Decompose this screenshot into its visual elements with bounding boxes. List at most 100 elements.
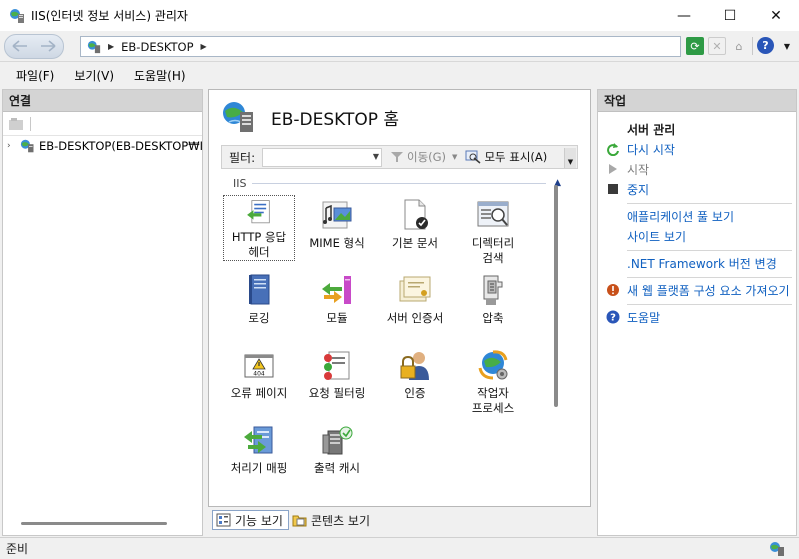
status-text: 준비 — [6, 542, 29, 556]
feature-label-line: HTTP 응답 — [231, 230, 287, 244]
compression-icon — [483, 275, 503, 305]
filter-input[interactable]: ▼ — [262, 147, 382, 167]
menu-file[interactable]: 파일(F) — [6, 67, 64, 84]
chevron-down-icon[interactable]: ▼ — [452, 153, 457, 161]
action-stop[interactable]: 중지 — [606, 180, 792, 200]
worker-processes-icon — [478, 350, 508, 380]
request-filtering-icon — [324, 351, 350, 380]
tab-features-view[interactable]: 기능 보기 — [212, 510, 289, 530]
tree-node-server[interactable]: › EB-DESKTOP(EB-DESKTOP₩I — [7, 137, 203, 155]
actions-header: 작업 — [598, 90, 796, 112]
feature-error-pages[interactable]: 404 오류 페이지 — [223, 345, 295, 401]
tree-expander-icon[interactable]: › — [7, 141, 20, 151]
show-all-button[interactable]: 모두 표시(A) — [465, 149, 547, 165]
page-title: EB-DESKTOP 홈 — [271, 109, 400, 130]
action-label: 새 웹 플랫폼 구성 요소 가져오기 — [627, 284, 790, 298]
server-manage-section: 서버 관리 — [627, 123, 676, 137]
feature-default-document[interactable]: 기본 문서 — [379, 195, 451, 251]
logging-icon — [249, 274, 270, 305]
actions-divider — [627, 304, 792, 305]
breadcrumb-item[interactable]: EB-DESKTOP — [121, 40, 193, 54]
action-help[interactable]: ? 도움말 — [606, 308, 792, 328]
back-button[interactable] — [6, 35, 34, 57]
feature-http-response-headers[interactable]: HTTP 응답 헤더 — [223, 195, 295, 261]
action-label: 애플리케이션 풀 보기 — [627, 210, 734, 224]
address-breadcrumb[interactable]: ▶ EB-DESKTOP ▶ — [80, 36, 681, 57]
filter-bar-toggle[interactable]: ▼ — [564, 148, 576, 168]
home-icon[interactable]: ⌂ — [730, 37, 748, 55]
server-icon — [20, 139, 34, 153]
action-view-sites[interactable]: 사이트 보기 — [606, 227, 792, 247]
maximize-button[interactable]: ☐ — [707, 0, 753, 31]
feature-label: HTTP 응답 헤더 — [232, 230, 286, 260]
breadcrumb-separator[interactable]: ▶ — [201, 42, 207, 51]
stop-loading-icon[interactable]: ✕ — [708, 37, 726, 55]
feature-label: 서버 인증서 — [386, 311, 444, 325]
menu-help[interactable]: 도움말(H) — [124, 67, 196, 84]
server-certificates-icon — [399, 276, 431, 302]
connections-header: 연결 — [3, 90, 202, 112]
action-label: 다시 시작 — [627, 143, 675, 157]
feature-logging[interactable]: 로깅 — [223, 270, 295, 326]
show-all-icon — [465, 150, 481, 164]
directory-browsing-icon — [477, 201, 509, 227]
feature-request-filtering[interactable]: 요청 필터링 — [301, 345, 373, 401]
feature-compression[interactable]: 압축 — [457, 270, 529, 326]
address-toolbar: ⟳ ✕ ⌂ ? ▼ — [686, 37, 796, 55]
connections-toolbar — [3, 112, 202, 136]
start-icon — [609, 164, 617, 174]
svg-text:?: ? — [610, 313, 616, 324]
help-dropdown-icon[interactable]: ▼ — [778, 37, 796, 55]
go-button[interactable]: 이동(G) ▼ — [390, 149, 457, 165]
group-header-iis[interactable]: IIS ▲ — [221, 175, 561, 191]
filter-funnel-icon — [391, 152, 403, 162]
status-bar: 준비 — [0, 537, 799, 559]
action-label: .NET Framework 버전 변경 — [627, 257, 777, 271]
window-title: IIS(인터넷 정보 서비스) 관리자 — [31, 9, 188, 23]
feature-label-line: 작업자 — [477, 386, 509, 400]
toolbar-divider — [30, 116, 31, 131]
minimize-button[interactable]: — — [661, 0, 707, 31]
restart-icon — [607, 143, 619, 156]
tab-content-view[interactable]: 콘텐츠 보기 — [289, 510, 375, 530]
forward-button[interactable] — [34, 35, 62, 57]
feature-label: 디렉터리 검색 — [472, 236, 514, 266]
vertical-scrollbar[interactable] — [554, 185, 558, 407]
feature-label: 처리기 매핑 — [230, 461, 288, 475]
show-all-label: 모두 표시(A) — [484, 150, 548, 164]
connect-icon[interactable] — [8, 117, 24, 131]
group-label: IIS — [233, 176, 247, 190]
feature-label-line: 디렉터리 — [471, 236, 515, 250]
action-change-dotnet-version[interactable]: .NET Framework 버전 변경 — [606, 254, 792, 274]
actions-list: 서버 관리 다시 시작 시작 중지 애플리케이션 풀 보기 사이트 보기 .NE… — [606, 120, 792, 328]
action-restart[interactable]: 다시 시작 — [606, 140, 792, 160]
handler-mappings-icon — [244, 426, 273, 454]
horizontal-scrollbar[interactable] — [21, 522, 167, 525]
menu-view[interactable]: 보기(V) — [64, 67, 124, 84]
modules-icon — [322, 276, 351, 304]
feature-modules[interactable]: 모듈 — [301, 270, 373, 326]
back-arrow-icon — [12, 40, 27, 52]
feature-output-caching[interactable]: 출력 캐시 — [301, 420, 373, 476]
go-label: 이동(G) — [407, 150, 447, 164]
feature-directory-browsing[interactable]: 디렉터리 검색 — [457, 195, 529, 266]
chevron-down-icon[interactable]: ▼ — [373, 152, 379, 161]
feature-label: 요청 필터링 — [308, 386, 366, 400]
features-view-icon — [216, 513, 231, 527]
default-document-icon — [404, 199, 428, 230]
close-button[interactable]: ✕ — [753, 0, 799, 31]
help-icon[interactable]: ? — [757, 37, 774, 54]
refresh-icon[interactable]: ⟳ — [686, 37, 704, 55]
action-label: 시작 — [627, 163, 650, 177]
feature-handler-mappings[interactable]: 처리기 매핑 — [223, 420, 295, 476]
feature-authentication[interactable]: 인증 — [379, 345, 451, 401]
action-get-web-platform[interactable]: 새 웹 플랫폼 구성 요소 가져오기 — [606, 281, 792, 301]
feature-mime-types[interactable]: MIME 형식 — [301, 195, 373, 251]
actions-divider — [627, 277, 792, 278]
feature-server-certificates[interactable]: 서버 인증서 — [379, 270, 451, 326]
feature-worker-processes[interactable]: 작업자 프로세스 — [457, 345, 529, 416]
action-label: 도움말 — [627, 311, 661, 325]
action-view-app-pools[interactable]: 애플리케이션 풀 보기 — [606, 207, 792, 227]
feature-label: 인증 — [404, 386, 426, 400]
mime-types-icon — [322, 201, 352, 229]
